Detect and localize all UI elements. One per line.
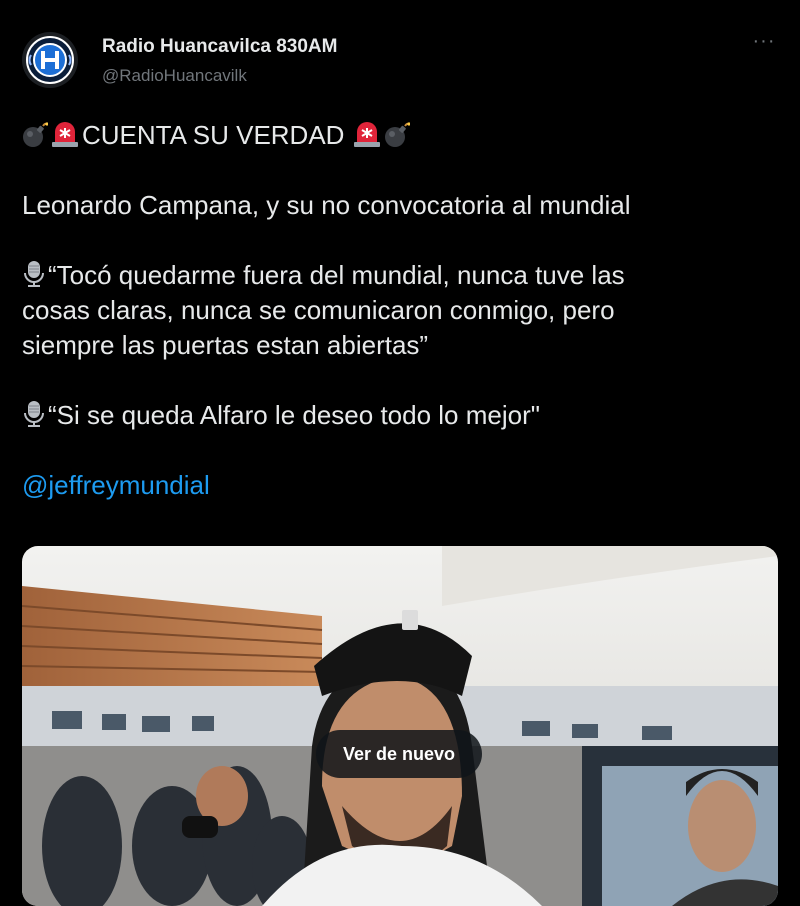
user-handle[interactable]: @RadioHuancavilk <box>102 66 247 86</box>
quote-line: cosas claras, nunca se comunicaron conmi… <box>22 295 615 325</box>
microphone-icon <box>24 261 44 287</box>
tweet-line: Leonardo Campana, y su no convocatoria a… <box>22 190 631 220</box>
headline-line: CUENTA SU VERDAD <box>22 118 782 153</box>
quote-line: “Tocó quedarme fuera del mundial, nunca … <box>22 258 782 293</box>
bomb-icon <box>384 122 410 147</box>
avatar[interactable] <box>22 32 78 88</box>
bomb-icon <box>23 122 48 147</box>
radio-logo-icon <box>26 36 74 84</box>
siren-icon <box>52 122 78 147</box>
quote-text: “Si se queda Alfaro le deseo todo lo mej… <box>48 400 540 430</box>
quote-text: “Tocó quedarme fuera del mundial, nunca … <box>48 260 625 290</box>
replay-button[interactable]: Ver de nuevo <box>316 730 482 778</box>
video-player[interactable] <box>22 546 778 906</box>
video-thumbnail <box>22 546 778 906</box>
tweet-text: CUENTA SU VERDAD Leonardo Campana, y su … <box>22 118 782 503</box>
microphone-icon <box>24 401 44 427</box>
quote-line: siempre las puertas estan abiertas” <box>22 330 429 360</box>
headline-text: CUENTA SU VERDAD <box>82 120 345 150</box>
display-name[interactable]: Radio Huancavilca 830AM <box>102 36 337 58</box>
mention-link[interactable]: @jeffreymundial <box>22 468 782 503</box>
quote-line: “Si se queda Alfaro le deseo todo lo mej… <box>22 398 782 433</box>
siren-icon <box>353 122 380 147</box>
tweet-header: Radio Huancavilca 830AM @RadioHuancavilk… <box>22 30 778 90</box>
more-options-icon[interactable]: ··· <box>750 31 778 54</box>
